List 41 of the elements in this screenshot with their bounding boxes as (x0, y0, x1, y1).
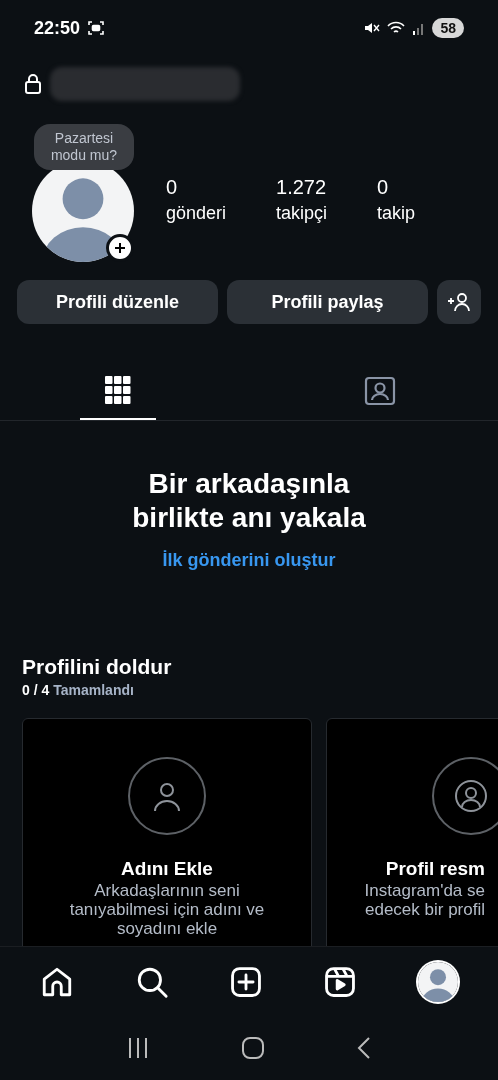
reels-icon[interactable] (323, 964, 358, 999)
card-description-line: Instagram'da se (364, 881, 485, 900)
profile-task-card[interactable]: Adını Ekle Arkadaşlarının seni tanıyabilmesi için adını ve soyadını ekle (22, 718, 312, 946)
card-title: Profil resm (385, 857, 485, 881)
profile-task-card[interactable]: Profil resm Instagram'da se edecek bir profil (326, 718, 498, 946)
wifi-icon (386, 20, 407, 36)
card-description-line: tanıyabilmesi için adını ve (69, 900, 265, 919)
card-description-line: edecek bir profil (365, 900, 485, 919)
stat-label: gönderi (166, 202, 227, 225)
card-title: Adını Ekle (121, 857, 213, 881)
mute-icon (364, 20, 381, 36)
card-description-line: soyadını ekle (116, 919, 218, 938)
grid-icon (105, 375, 131, 405)
discover-people-button[interactable] (437, 280, 481, 324)
battery-indicator: 58 (432, 18, 464, 38)
back-icon[interactable] (356, 1036, 373, 1060)
add-person-icon (447, 292, 471, 312)
empty-state-title: Bir arkadaşınla birlikte anı yakala (131, 467, 367, 535)
card-description-line: Arkadaşlarının seni (94, 881, 240, 900)
person-tag-icon (364, 374, 396, 406)
status-time: 22:50 (34, 16, 81, 40)
lock-icon (24, 73, 42, 95)
stat-value: 1.272 (276, 175, 328, 200)
progress-label: Tamamlandı (53, 681, 134, 700)
profile-action-button[interactable]: Profili düzenle (17, 280, 218, 324)
stat-label: takip (377, 202, 416, 225)
profile-picture-icon (432, 757, 498, 835)
create-first-post-link[interactable]: İlk gönderini oluştur (162, 547, 336, 574)
stat-value: 0 (166, 175, 179, 200)
note-bubble[interactable]: Pazartesi modu mu? (34, 124, 134, 170)
add-post-icon[interactable] (228, 964, 263, 999)
profile-avatar (417, 961, 458, 1002)
screenshot-icon (88, 20, 105, 36)
stat-value: 0 (377, 175, 390, 200)
section-title: Profilini doldur (22, 654, 173, 680)
profile-tab[interactable] (417, 961, 458, 1002)
profile-action-button[interactable]: Profili paylaş (227, 280, 428, 324)
stat-label: takipçi (276, 202, 328, 225)
home-button-icon[interactable] (241, 1036, 265, 1060)
progress-count: 0 / 4 (22, 681, 50, 700)
person-icon (128, 757, 206, 835)
